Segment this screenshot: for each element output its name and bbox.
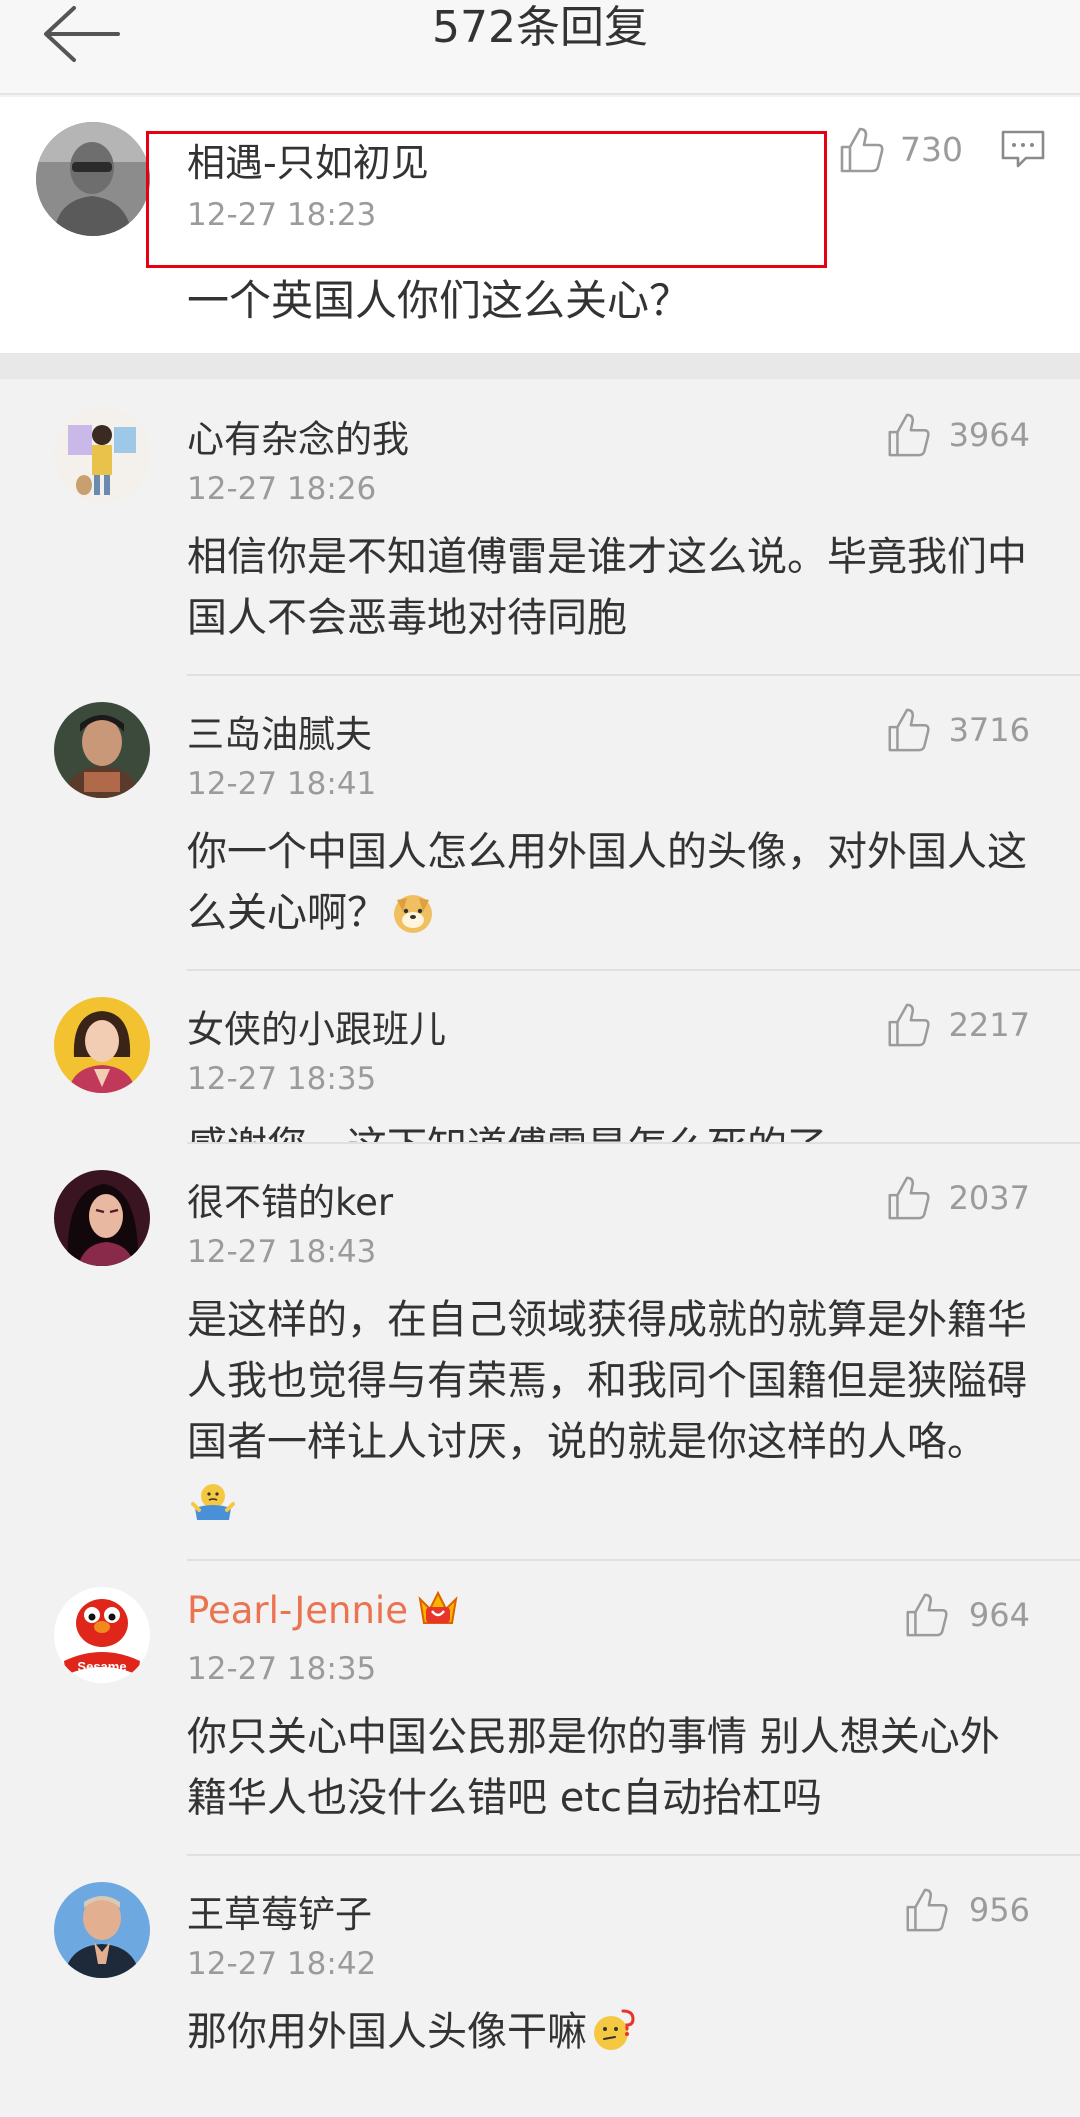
comment-text-body: 是这样的，在自己领域获得成就的就算是外籍华人我也觉得与有荣焉，和我同个国籍但是狭…: [187, 1297, 1027, 1465]
comment-text: 一个英国人你们这么关心？: [187, 276, 692, 325]
comment-text: 你只关心中国公民那是你的事情 别人想关心外籍华人也没什么错吧 etc自动抬杠吗: [187, 1714, 1000, 1821]
thumbs-up-icon[interactable]: [884, 411, 932, 459]
list-item[interactable]: 女侠的小跟班儿 12-27 18:35 2217 感谢您，这下知道傅雷是怎么死的…: [0, 969, 1080, 1170]
like-count: 730: [900, 130, 963, 169]
reply-list: 心有杂念的我 12-27 18:26 3964 相信你是不知道傅雷是谁才这么说。…: [0, 379, 1080, 2094]
like-count: 3964: [948, 416, 1030, 454]
avatar[interactable]: [54, 1170, 150, 1266]
comment-time: 12-27 18:35: [187, 1061, 377, 1097]
comment-text-body: 那你用外国人头像干嘛: [187, 2009, 587, 2055]
avatar[interactable]: [54, 997, 150, 1093]
like-count: 964: [968, 1596, 1030, 1634]
comment-time: 12-27 18:35: [187, 1651, 377, 1687]
list-item[interactable]: Sesame Pearl-Jennie 12-27 18:35 964 你只关心…: [0, 1559, 1080, 1854]
avatar[interactable]: [36, 122, 150, 236]
svg-text:Sesame: Sesame: [77, 1659, 126, 1674]
like-count: 2037: [948, 1179, 1030, 1217]
list-item[interactable]: 很不错的ker 12-27 18:43 2037 是这样的，在自己领域获得成就的…: [0, 1142, 1080, 1559]
comment-text: 你一个中国人怎么用外国人的头像，对外国人这么关心啊？: [187, 822, 1030, 944]
like-count: 2217: [948, 1006, 1030, 1044]
comment-time: 12-27 18:26: [187, 471, 377, 507]
crown-badge-icon: [418, 1590, 458, 1624]
row-divider: [187, 1559, 1080, 1561]
comment-text: 是这样的，在自己领域获得成就的就算是外籍华人我也觉得与有荣焉，和我同个国籍但是狭…: [187, 1290, 1030, 1534]
thumbs-up-icon[interactable]: [884, 1174, 932, 1222]
avatar[interactable]: Sesame: [54, 1587, 150, 1683]
commenter-name[interactable]: 很不错的ker: [187, 1172, 393, 1226]
comment-time: 12-27 18:42: [187, 1946, 377, 1982]
page-title: 572条回复: [432, 2, 648, 53]
avatar[interactable]: [54, 702, 150, 798]
comment-text-body: 你一个中国人怎么用外国人的头像，对外国人这么关心啊？: [187, 829, 1027, 936]
comment-time: 12-27 18:43: [187, 1234, 377, 1270]
thumbs-up-icon[interactable]: [902, 1886, 950, 1934]
avatar[interactable]: [54, 407, 150, 503]
row-divider: [187, 1854, 1080, 1856]
row-divider: [187, 969, 1080, 971]
commenter-name[interactable]: 三岛油腻夫: [187, 704, 372, 758]
thinking-emoji: [594, 2009, 635, 2050]
comment-text: 那你用外国人头像干嘛: [187, 2002, 1030, 2063]
avatar[interactable]: [54, 1882, 150, 1978]
section-divider: [0, 353, 1080, 379]
shrug-emoji: [191, 1484, 235, 1520]
highlight-box: [146, 131, 827, 268]
thumbs-up-icon[interactable]: [836, 125, 886, 175]
list-item[interactable]: 心有杂念的我 12-27 18:26 3964 相信你是不知道傅雷是谁才这么说。…: [0, 379, 1080, 674]
commenter-name[interactable]: 女侠的小跟班儿: [187, 999, 446, 1053]
list-item[interactable]: 王草莓铲子 12-27 18:42 956 那你用外国人头像干嘛: [0, 1854, 1080, 2094]
top-bar: 572条回复: [0, 0, 1080, 95]
thumbs-up-icon[interactable]: [884, 1001, 932, 1049]
like-count: 956: [968, 1891, 1030, 1929]
commenter-name-vip[interactable]: Pearl-Jennie: [187, 1589, 460, 1632]
comment-text: 相信你是不知道傅雷是谁才这么说。毕竟我们中国人不会恶毒地对待同胞: [187, 534, 1027, 641]
commenter-name[interactable]: 心有杂念的我: [187, 409, 409, 463]
thumbs-up-icon[interactable]: [902, 1591, 950, 1639]
thumbs-up-icon[interactable]: [884, 706, 932, 754]
list-item[interactable]: 三岛油腻夫 12-27 18:41 3716 你一个中国人怎么用外国人的头像，对…: [0, 674, 1080, 969]
commenter-name[interactable]: Pearl-Jennie: [187, 1589, 408, 1632]
doge-emoji: [394, 895, 432, 933]
row-divider: [187, 1142, 1080, 1144]
commenter-name[interactable]: 王草莓铲子: [187, 1884, 372, 1938]
row-divider: [187, 674, 1080, 676]
reply-icon[interactable]: [1000, 129, 1046, 169]
comment-time: 12-27 18:41: [187, 766, 377, 802]
like-count: 3716: [948, 711, 1030, 749]
